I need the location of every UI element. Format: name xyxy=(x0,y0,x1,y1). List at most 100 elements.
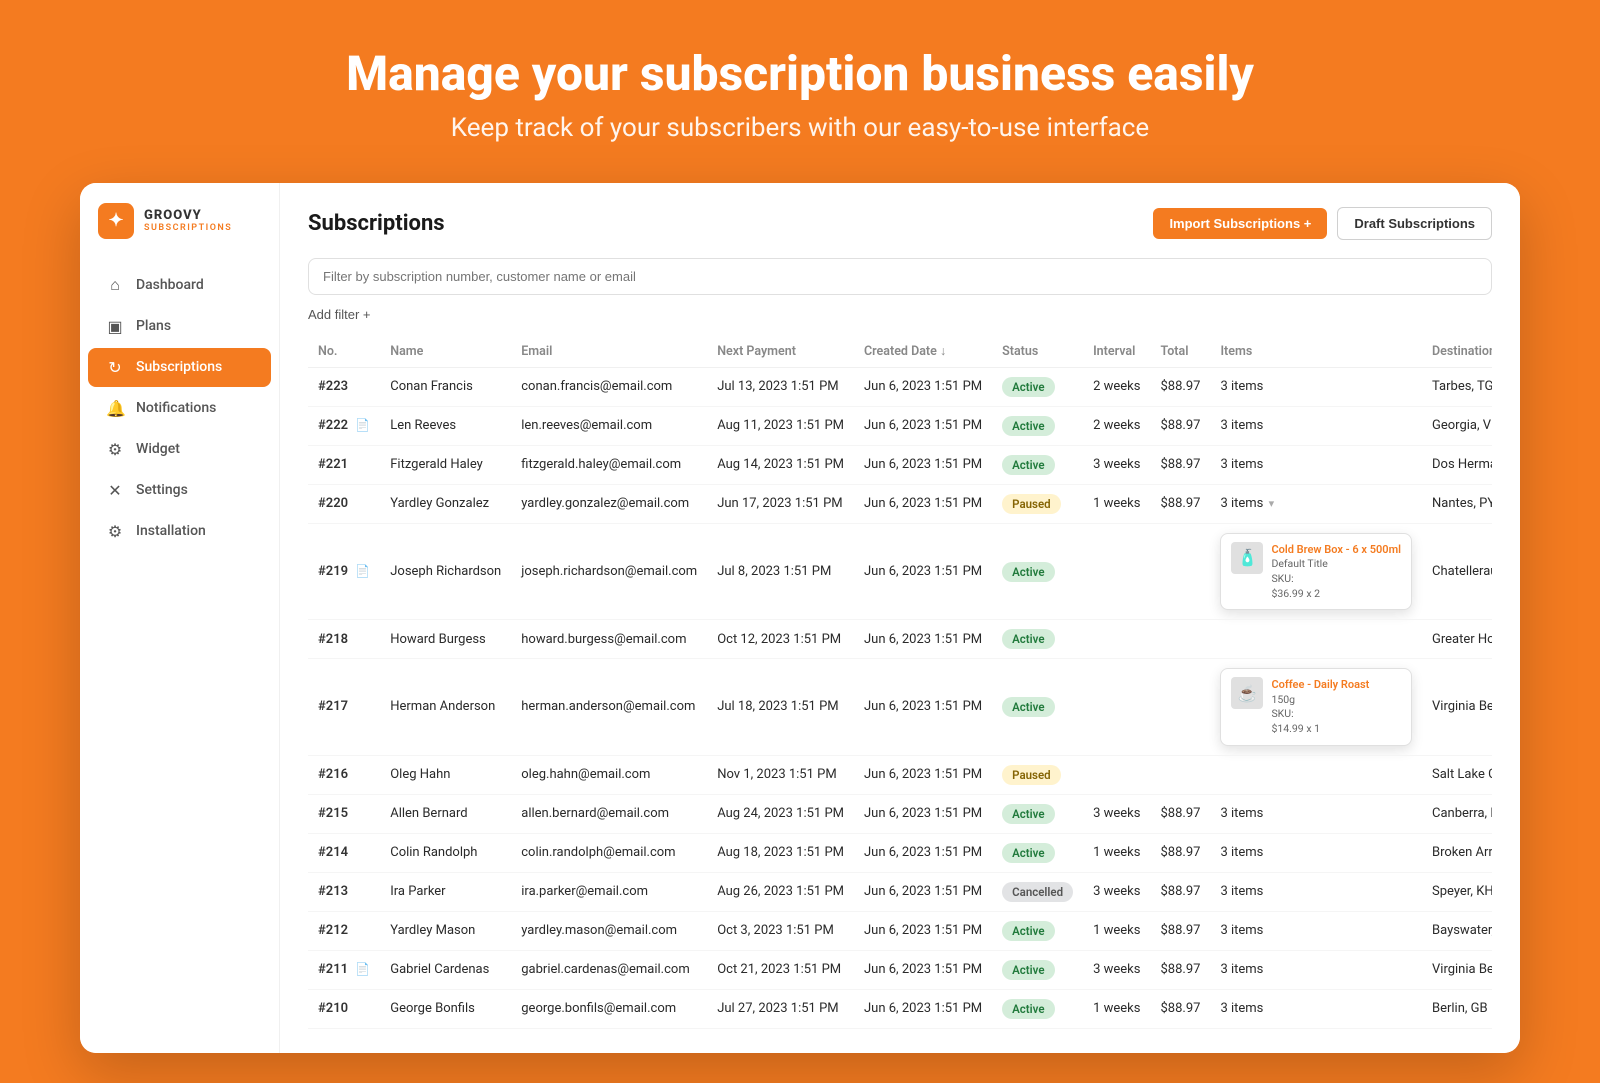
status-cell: Active xyxy=(992,445,1083,484)
table-row[interactable]: #220 Yardley Gonzalez yardley.gonzalez@e… xyxy=(308,484,1492,523)
items-dropdown-icon[interactable]: ▾ xyxy=(1269,497,1275,510)
sidebar-nav: ⌂ Dashboard ▣ Plans ↻ Subscriptions 🔔 No… xyxy=(80,265,279,551)
destination-cell: Nantes, PY xyxy=(1422,484,1492,523)
customer-name: Oleg Hahn xyxy=(380,755,511,794)
status-cell: Active xyxy=(992,911,1083,950)
col-no: No. xyxy=(308,336,380,368)
customer-name: Len Reeves xyxy=(380,406,511,445)
total-cell xyxy=(1150,659,1210,755)
hero-title: Manage your subscription business easily xyxy=(40,48,1560,101)
add-filter-button[interactable]: Add filter + xyxy=(308,303,371,326)
customer-name: Allen Bernard xyxy=(380,794,511,833)
created-date: Jun 6, 2023 1:51 PM xyxy=(854,523,992,619)
total-cell: $88.97 xyxy=(1150,406,1210,445)
document-icon: 📄 xyxy=(355,564,370,578)
destination-cell: Speyer, KH xyxy=(1422,872,1492,911)
items-cell: 3 items xyxy=(1210,911,1422,950)
customer-email: allen.bernard@email.com xyxy=(511,794,707,833)
sidebar-item-dashboard[interactable]: ⌂ Dashboard xyxy=(88,265,271,305)
created-date: Jun 6, 2023 1:51 PM xyxy=(854,911,992,950)
draft-subscriptions-button[interactable]: Draft Subscriptions xyxy=(1337,207,1492,240)
col-created-date[interactable]: Created Date ↓ xyxy=(854,336,992,368)
next-payment: Oct 12, 2023 1:51 PM xyxy=(707,620,854,659)
table-row[interactable]: #223 Conan Francis conan.francis@email.c… xyxy=(308,367,1492,406)
content-header: Subscriptions Import Subscriptions + Dra… xyxy=(308,207,1492,240)
subscription-no: #216 xyxy=(308,755,380,794)
table-row[interactable]: #212 Yardley Mason yardley.mason@email.c… xyxy=(308,911,1492,950)
sidebar-item-notifications[interactable]: 🔔 Notifications xyxy=(88,389,271,428)
interval-cell xyxy=(1083,620,1150,659)
created-date: Jun 6, 2023 1:51 PM xyxy=(854,989,992,1028)
interval-cell: 3 weeks xyxy=(1083,872,1150,911)
interval-cell: 2 weeks xyxy=(1083,406,1150,445)
subscription-no: #211 📄 xyxy=(308,950,380,989)
customer-name: Herman Anderson xyxy=(380,659,511,755)
table-row[interactable]: #214 Colin Randolph colin.randolph@email… xyxy=(308,833,1492,872)
sidebar-item-settings[interactable]: ✕ Settings xyxy=(88,471,271,510)
next-payment: Jun 17, 2023 1:51 PM xyxy=(707,484,854,523)
status-cell: Active xyxy=(992,406,1083,445)
items-cell: 3 items xyxy=(1210,406,1422,445)
interval-cell: 3 weeks xyxy=(1083,445,1150,484)
items-cell: 3 items xyxy=(1210,989,1422,1028)
destination-cell: Greater Hobart, AD xyxy=(1422,620,1492,659)
import-subscriptions-button[interactable]: Import Subscriptions + xyxy=(1153,208,1327,239)
customer-email: george.bonfils@email.com xyxy=(511,989,707,1028)
sidebar-item-plans[interactable]: ▣ Plans xyxy=(88,307,271,346)
col-total: Total xyxy=(1150,336,1210,368)
table-row[interactable]: #217 Herman Anderson herman.anderson@ema… xyxy=(308,659,1492,755)
table-row[interactable]: #211 📄 Gabriel Cardenas gabriel.cardenas… xyxy=(308,950,1492,989)
table-row[interactable]: #215 Allen Bernard allen.bernard@email.c… xyxy=(308,794,1492,833)
customer-name: Howard Burgess xyxy=(380,620,511,659)
customer-name: Conan Francis xyxy=(380,367,511,406)
status-cell: Cancelled xyxy=(992,872,1083,911)
total-cell: $88.97 xyxy=(1150,989,1210,1028)
next-payment: Aug 18, 2023 1:51 PM xyxy=(707,833,854,872)
status-badge: Active xyxy=(1002,377,1054,397)
app-window: ✦ GROOVY SUBSCRIPTIONS ⌂ Dashboard ▣ Pla… xyxy=(80,183,1520,1053)
status-badge: Active xyxy=(1002,697,1054,717)
subscription-no: #215 xyxy=(308,794,380,833)
status-cell: Active xyxy=(992,989,1083,1028)
interval-cell: 2 weeks xyxy=(1083,367,1150,406)
status-badge: Active xyxy=(1002,960,1054,980)
sidebar-item-subscriptions[interactable]: ↻ Subscriptions xyxy=(88,348,271,387)
subscription-no: #217 xyxy=(308,659,380,755)
customer-name: Yardley Gonzalez xyxy=(380,484,511,523)
table-row[interactable]: #222 📄 Len Reeves len.reeves@email.com A… xyxy=(308,406,1492,445)
status-badge: Active xyxy=(1002,629,1054,649)
table-row[interactable]: #218 Howard Burgess howard.burgess@email… xyxy=(308,620,1492,659)
total-cell xyxy=(1150,523,1210,619)
destination-cell: Canberra, MK xyxy=(1422,794,1492,833)
table-row[interactable]: #213 Ira Parker ira.parker@email.com Aug… xyxy=(308,872,1492,911)
status-badge: Paused xyxy=(1002,765,1061,785)
interval-cell: 1 weeks xyxy=(1083,484,1150,523)
table-row[interactable]: #219 📄 Joseph Richardson joseph.richards… xyxy=(308,523,1492,619)
status-badge: Active xyxy=(1002,804,1054,824)
sidebar-item-installation[interactable]: ⚙ Installation xyxy=(88,512,271,551)
table-row[interactable]: #221 Fitzgerald Haley fitzgerald.haley@e… xyxy=(308,445,1492,484)
created-date: Jun 6, 2023 1:51 PM xyxy=(854,950,992,989)
item-price: $14.99 x 1 xyxy=(1271,722,1369,737)
subscriptions-icon: ↻ xyxy=(106,358,124,377)
col-status: Status xyxy=(992,336,1083,368)
created-date: Jun 6, 2023 1:51 PM xyxy=(854,755,992,794)
col-items: Items xyxy=(1210,336,1422,368)
interval-cell: 1 weeks xyxy=(1083,911,1150,950)
total-cell: $88.97 xyxy=(1150,872,1210,911)
customer-email: joseph.richardson@email.com xyxy=(511,523,707,619)
next-payment: Jul 8, 2023 1:51 PM xyxy=(707,523,854,619)
interval-cell: 3 weeks xyxy=(1083,794,1150,833)
table-row[interactable]: #210 George Bonfils george.bonfils@email… xyxy=(308,989,1492,1028)
customer-name: Joseph Richardson xyxy=(380,523,511,619)
status-cell: Active xyxy=(992,367,1083,406)
sidebar-item-widget[interactable]: ⚙ Widget xyxy=(88,430,271,469)
total-cell: $88.97 xyxy=(1150,911,1210,950)
items-cell: ☕ Coffee - Daily Roast 150g SKU: $14.99 … xyxy=(1210,659,1422,755)
subscription-no: #220 xyxy=(308,484,380,523)
main-content: Subscriptions Import Subscriptions + Dra… xyxy=(280,183,1520,1053)
status-cell: Active xyxy=(992,523,1083,619)
search-input[interactable] xyxy=(308,258,1492,295)
table-row[interactable]: #216 Oleg Hahn oleg.hahn@email.com Nov 1… xyxy=(308,755,1492,794)
total-cell: $88.97 xyxy=(1150,445,1210,484)
